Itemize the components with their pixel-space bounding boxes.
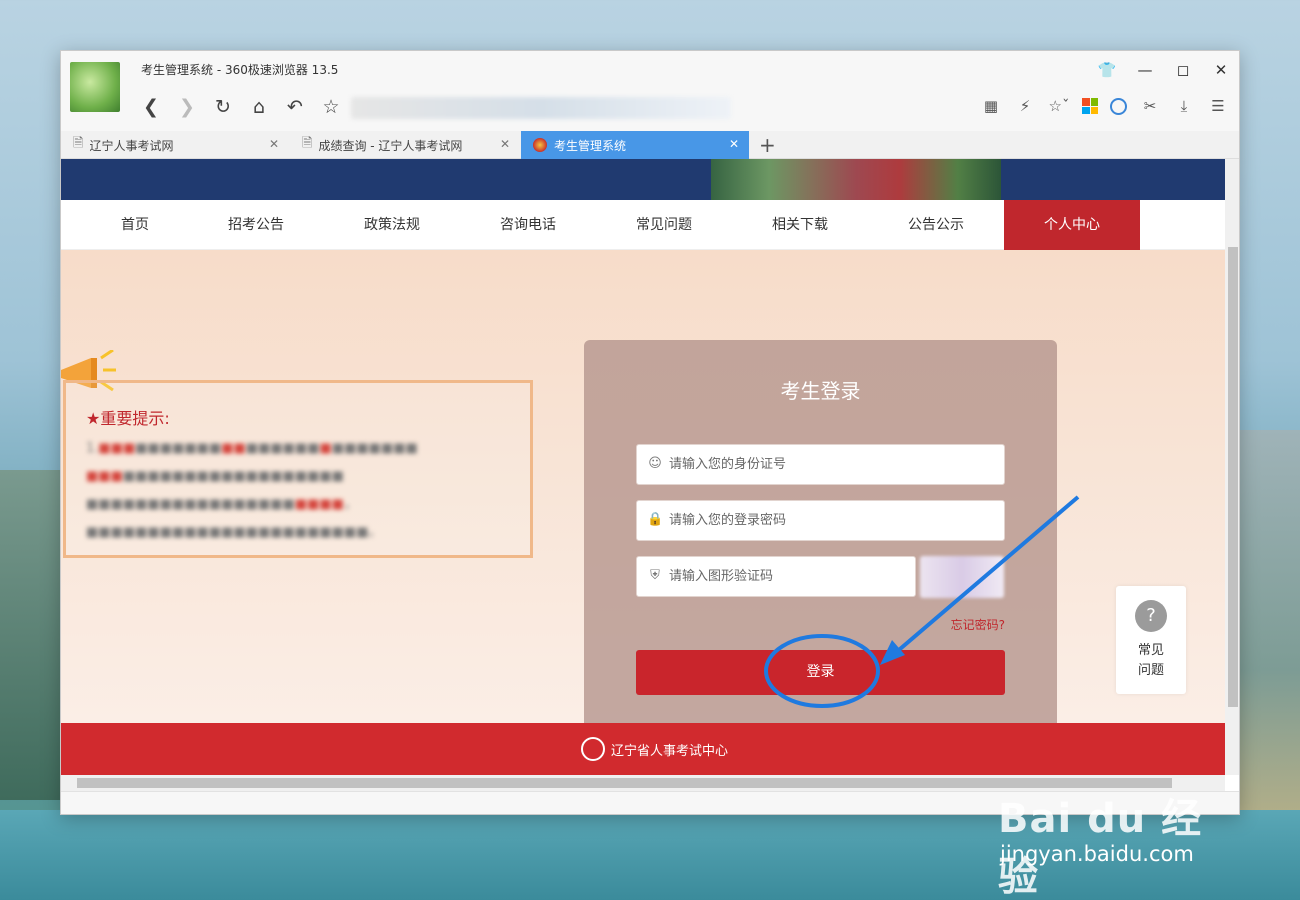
nav-item-home[interactable]: 首页 bbox=[67, 200, 203, 250]
nav-item-personal-center[interactable]: 个人中心 bbox=[1004, 200, 1140, 250]
tab-candidate-system[interactable]: 考生管理系统 ✕ bbox=[521, 131, 749, 159]
footer-org: 辽宁省人事考试中心 bbox=[611, 744, 729, 759]
right-toolbar: ▦ ⚡ ☆ˇ ✂ ⤓ ☰ bbox=[980, 97, 1229, 115]
profile-avatar[interactable] bbox=[70, 62, 120, 112]
tab-liaoning-exam[interactable]: 🗎 辽宁人事考试网 ✕ bbox=[61, 131, 289, 159]
desktop-hill-right bbox=[1230, 430, 1300, 830]
page-icon: 🗎 bbox=[302, 136, 313, 151]
bookmark-icon[interactable]: ☆ˇ bbox=[1048, 97, 1070, 115]
download-icon[interactable]: ⤓ bbox=[1173, 97, 1195, 115]
close-tab-icon[interactable]: ✕ bbox=[729, 137, 739, 151]
user-icon: ☺ bbox=[648, 456, 662, 471]
page-viewport: 首页 招考公告 政策法规 咨询电话 常见问题 相关下载 公告公示 个人中心 ★重… bbox=[61, 159, 1225, 775]
emblem-icon bbox=[533, 138, 547, 152]
reload-icon[interactable]: ↻ bbox=[211, 95, 235, 119]
lock-icon: 🔒 bbox=[647, 512, 664, 527]
scroll-thumb[interactable] bbox=[1228, 247, 1238, 707]
id-number-input[interactable] bbox=[669, 445, 989, 484]
nav-item-downloads[interactable]: 相关下载 bbox=[732, 200, 868, 250]
hero-area: ★重要提示: 1.■■■■■■■■■■■■■■■■■■■■■■■■■■ ■■■■… bbox=[61, 250, 1225, 730]
close-tab-icon[interactable]: ✕ bbox=[500, 137, 510, 151]
page-icon: 🗎 bbox=[73, 136, 84, 151]
faq-label: 常见 问题 bbox=[1137, 643, 1164, 678]
faq-widget[interactable]: ? 常见 问题 bbox=[1116, 586, 1186, 694]
notice-title: ★重要提示: bbox=[86, 409, 170, 428]
id-number-field[interactable]: ☺ bbox=[636, 444, 1005, 485]
undo-icon[interactable]: ↶ bbox=[283, 95, 307, 119]
window-controls: 👕 — ◻ ✕ bbox=[1095, 59, 1233, 81]
tab-strip: 🗎 辽宁人事考试网 ✕ 🗎 成绩查询 - 辽宁人事考试网 ✕ 考生管理系统 ✕ … bbox=[61, 131, 1239, 159]
emblem-icon bbox=[581, 737, 605, 761]
nav-item-announcements[interactable]: 公告公示 bbox=[868, 200, 1004, 250]
captcha-image[interactable] bbox=[920, 556, 1004, 598]
login-title: 考生登录 bbox=[780, 379, 861, 403]
watermark-url: jingyan.baidu.com bbox=[1000, 842, 1194, 866]
close-window-button[interactable]: ✕ bbox=[1209, 59, 1233, 81]
question-icon: ? bbox=[1135, 600, 1167, 632]
notice-body-blurred: 1.■■■■■■■■■■■■■■■■■■■■■■■■■■ ■■■■■■■■■■■… bbox=[86, 441, 418, 540]
vertical-scrollbar[interactable] bbox=[1225, 159, 1239, 775]
forgot-password-link[interactable]: 忘记密码? bbox=[951, 616, 1005, 633]
shield-icon: ⛨ bbox=[650, 568, 660, 583]
apps-icon[interactable] bbox=[1082, 98, 1098, 114]
nav-item-faq[interactable]: 常见问题 bbox=[596, 200, 732, 250]
tab-label: 辽宁人事考试网 bbox=[89, 138, 174, 153]
globe-icon[interactable] bbox=[1110, 97, 1127, 115]
new-tab-button[interactable]: + bbox=[759, 133, 776, 157]
nav-item-policies[interactable]: 政策法规 bbox=[324, 200, 460, 250]
flash-icon[interactable]: ⚡ bbox=[1014, 97, 1036, 115]
nav-item-recruitment[interactable]: 招考公告 bbox=[188, 200, 324, 250]
browser-window: 考生管理系统 - 360极速浏览器 13.5 👕 — ◻ ✕ ❮ ❯ ↻ ⌂ ↶… bbox=[60, 50, 1240, 815]
password-field[interactable]: 🔒 bbox=[636, 500, 1005, 541]
tab-score-query[interactable]: 🗎 成绩查询 - 辽宁人事考试网 ✕ bbox=[290, 131, 520, 159]
tab-label: 成绩查询 - 辽宁人事考试网 bbox=[318, 138, 463, 153]
address-bar[interactable] bbox=[351, 97, 731, 119]
login-button[interactable]: 登录 bbox=[636, 650, 1005, 695]
important-notice: ★重要提示: 1.■■■■■■■■■■■■■■■■■■■■■■■■■■ ■■■■… bbox=[63, 380, 533, 558]
site-banner bbox=[61, 159, 1225, 200]
home-icon[interactable]: ⌂ bbox=[247, 95, 271, 119]
password-input[interactable] bbox=[669, 501, 989, 540]
tab-label: 考生管理系统 bbox=[554, 138, 627, 153]
maximize-button[interactable]: ◻ bbox=[1171, 59, 1195, 81]
star-icon[interactable]: ☆ bbox=[319, 95, 343, 119]
nav-item-hotline[interactable]: 咨询电话 bbox=[460, 200, 596, 250]
cut-icon[interactable]: ✂ bbox=[1139, 97, 1161, 115]
menu-icon[interactable]: ☰ bbox=[1207, 97, 1229, 115]
login-panel: 考生登录 ☺ 🔒 ⛨ 忘记密码? 登录 bbox=[584, 340, 1057, 730]
back-icon[interactable]: ❮ bbox=[139, 95, 163, 119]
window-title: 考生管理系统 - 360极速浏览器 13.5 bbox=[141, 63, 339, 77]
minimize-button[interactable]: — bbox=[1133, 59, 1157, 81]
main-nav: 首页 招考公告 政策法规 咨询电话 常见问题 相关下载 公告公示 个人中心 bbox=[61, 200, 1225, 250]
site-footer: 辽宁省人事考试中心 bbox=[61, 723, 1225, 775]
star-icon: ★ bbox=[86, 409, 101, 428]
title-bar: 考生管理系统 - 360极速浏览器 13.5 👕 — ◻ ✕ ❮ ❯ ↻ ⌂ ↶… bbox=[61, 51, 1239, 131]
baidu-watermark: Bai du 经验 jingyan.baidu.com bbox=[998, 786, 1238, 900]
close-tab-icon[interactable]: ✕ bbox=[269, 137, 279, 151]
banner-image bbox=[711, 159, 1001, 200]
qr-icon[interactable]: ▦ bbox=[980, 97, 1002, 115]
skin-icon[interactable]: 👕 bbox=[1095, 59, 1119, 81]
nav-toolbar: ❮ ❯ ↻ ⌂ ↶ ☆ bbox=[139, 95, 343, 119]
captcha-input[interactable] bbox=[669, 557, 909, 596]
forward-icon[interactable]: ❯ bbox=[175, 95, 199, 119]
captcha-field[interactable]: ⛨ bbox=[636, 556, 916, 597]
